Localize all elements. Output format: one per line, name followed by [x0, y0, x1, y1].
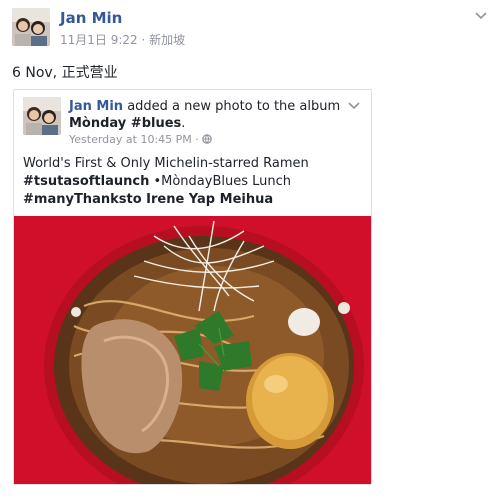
ramen-photo[interactable]: [14, 216, 371, 484]
post-meta: 11月1日 9:22 · 新加坡: [60, 31, 185, 48]
album-period: .: [181, 116, 186, 131]
caption-line-3[interactable]: #manyThanksto Irene Yap Meihua: [23, 191, 363, 209]
avatar-photo: [12, 8, 50, 46]
shared-post-card[interactable]: Jan Min added a new photo to the album M…: [13, 89, 372, 485]
meta-separator: ·: [195, 133, 199, 146]
caption-line-1: World's First & Only Michelin-starred Ra…: [23, 156, 309, 171]
album-link[interactable]: Mònday #blues: [69, 116, 181, 131]
shared-timestamp[interactable]: Yesterday at 10:45 PM: [69, 133, 192, 146]
chevron-down-icon[interactable]: [348, 100, 360, 113]
shared-author-avatar[interactable]: [23, 97, 61, 135]
chevron-down-icon[interactable]: [475, 10, 487, 23]
post-location[interactable]: 新加坡: [149, 33, 185, 47]
shared-caption: World's First & Only Michelin-starred Ra…: [23, 155, 363, 209]
caption-line-2: #tsutasoftlaunch •MòndayBlues Lunch: [23, 173, 363, 191]
author-avatar[interactable]: [12, 8, 50, 46]
globe-icon: [202, 133, 213, 146]
shared-action-text: added a new photo to the album: [127, 99, 341, 114]
shared-header-line: Jan Min added a new photo to the album M…: [69, 98, 354, 132]
post-author-name[interactable]: Jan Min: [60, 9, 122, 27]
shared-author-name[interactable]: Jan Min: [69, 99, 123, 114]
caption-text: •MòndayBlues Lunch: [149, 174, 292, 189]
shared-meta: Yesterday at 10:45 PM ·: [69, 133, 213, 146]
post-text: 6 Nov, 正式营业: [12, 65, 118, 81]
post-timestamp[interactable]: 11月1日 9:22: [60, 33, 138, 47]
ramen-bowl-image: [14, 216, 371, 484]
meta-separator: ·: [141, 33, 146, 47]
hashtag-link[interactable]: #tsutasoftlaunch: [23, 174, 149, 189]
avatar-photo: [23, 97, 61, 135]
